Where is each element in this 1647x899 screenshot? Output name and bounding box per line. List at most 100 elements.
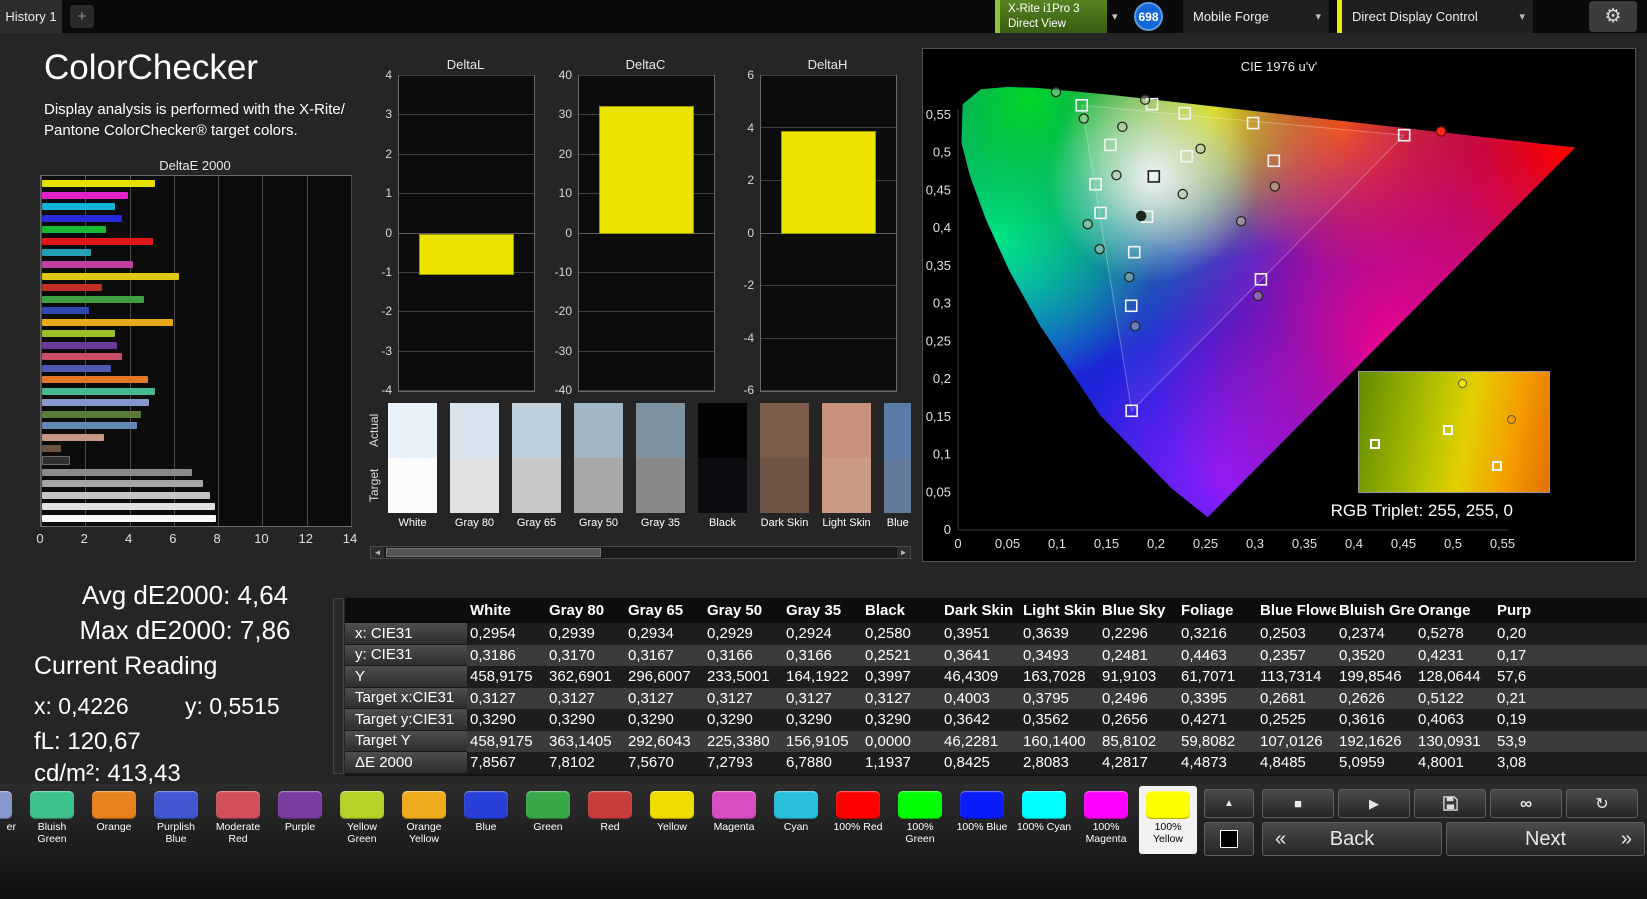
table-cell: 292,6043 [628, 732, 691, 750]
tab-history-1[interactable]: History 1 [0, 0, 62, 33]
play-button[interactable]: ▶ [1338, 789, 1410, 818]
table-scrollbar[interactable] [333, 598, 344, 774]
patch-color-chip [278, 791, 322, 819]
patch-100-magenta[interactable]: 100% Magenta [1077, 786, 1135, 854]
patch-moderate-red[interactable]: Moderate Red [209, 786, 267, 854]
patch-color-chip [1022, 791, 1066, 819]
cie-measured-marker [1050, 86, 1062, 98]
cie-y-tick-label: 0,5 [933, 145, 951, 160]
collapse-up-button[interactable]: ▲ [1204, 789, 1254, 818]
axis-tick-label: -2 [743, 278, 754, 292]
patch-100-yellow[interactable]: 100% Yellow [1139, 786, 1197, 854]
link-button[interactable]: ∞ [1490, 789, 1562, 818]
axis-tick-label: 40 [558, 68, 572, 82]
patch-label: Yellow Green [347, 821, 377, 845]
pattern-window-icon [1220, 830, 1238, 848]
refresh-button[interactable]: ↻ [1566, 789, 1638, 818]
cie-x-tick-label: 0,45 [1391, 536, 1416, 551]
deltae-chart-title: DeltaE 2000 [159, 158, 231, 173]
deltae-x-tick-label: 10 [254, 531, 269, 546]
table-cell: 0,2924 [786, 625, 832, 643]
swatch-scrollbar[interactable]: ◄ ► [370, 546, 911, 559]
table-cell: 0,3795 [1023, 689, 1069, 707]
patch-100-green[interactable]: 100% Green [891, 786, 949, 854]
chevron-down-icon[interactable]: ▾ [1112, 10, 1118, 23]
display-control-dropdown[interactable]: Direct Display Control ▾ [1337, 0, 1533, 33]
deltae-bar-row [41, 236, 351, 248]
table-cell: 160,1400 [1023, 732, 1086, 750]
scroll-left-arrow[interactable]: ◄ [371, 547, 384, 558]
subtitle-line-2: Pantone ColorChecker® target colors. [44, 122, 298, 139]
column-header-black: Black [865, 602, 906, 619]
table-cell: 0,3290 [786, 711, 832, 729]
axis-tick-label: 2 [385, 146, 392, 161]
reading-y: y: 0,5515 [185, 693, 280, 719]
table-cell: 0,3127 [628, 689, 674, 707]
cie-y-tick-label: 0,1 [933, 447, 951, 462]
patch-er[interactable]: er [0, 786, 19, 854]
table-cell: 0,4463 [1181, 646, 1227, 664]
patch-label: Cyan [783, 821, 809, 833]
patch-orange-yellow[interactable]: Orange Yellow [395, 786, 453, 854]
table-cell: 46,4309 [944, 668, 999, 686]
next-button[interactable]: Next » [1446, 822, 1645, 856]
stop-button[interactable]: ■ [1262, 789, 1334, 818]
scroll-right-arrow[interactable]: ► [897, 547, 910, 558]
settings-gear-button[interactable]: ⚙ [1589, 1, 1637, 32]
scroll-thumb[interactable] [386, 548, 601, 557]
swatch-gray-80: Gray 80 [450, 403, 499, 538]
column-header-gray-35: Gray 35 [786, 602, 842, 619]
deltae-bar-row [41, 374, 351, 386]
cie-x-tick-label: 0,5 [1444, 536, 1462, 551]
cie-measured-marker [1094, 243, 1105, 255]
patch-orange[interactable]: Orange [85, 786, 143, 854]
swatch-label: Gray 65 [516, 517, 557, 529]
table-cell: 0,2939 [549, 625, 595, 643]
table-cell: 0,3493 [1023, 646, 1069, 664]
source-dropdown[interactable]: Mobile Forge ▾ [1183, 0, 1329, 33]
patch-yellow-green[interactable]: Yellow Green [333, 786, 391, 854]
gridline [761, 75, 896, 76]
deltae-bar-orange [42, 376, 149, 384]
deltae-bar-row [41, 501, 351, 513]
pattern-window-button[interactable] [1204, 822, 1254, 856]
patch-magenta[interactable]: Magenta [705, 786, 763, 854]
patch-yellow[interactable]: Yellow [643, 786, 701, 854]
table-cell: 0,19 [1497, 711, 1527, 729]
table-cell: 0,2954 [470, 625, 516, 643]
results-table: White Gray 80 Gray 65 Gray 50 Gray 35 Black Da… [345, 598, 1647, 776]
cie-diagram-panel: 0,55 0,5 0,45 0,4 0,35 0,3 0,25 0,2 0,15 0,1 0,05 0… [922, 48, 1636, 562]
cie-x-tick-label: 0,35 [1292, 536, 1317, 551]
patch-cyan[interactable]: Cyan [767, 786, 825, 854]
patch-bluish-green[interactable]: Bluish Green [23, 786, 81, 854]
deltae-bar-gray-50 [42, 480, 204, 488]
patch-100-red[interactable]: 100% Red [829, 786, 887, 854]
patch-purplish-blue[interactable]: Purplish Blue [147, 786, 205, 854]
patch-label: Orange Yellow [406, 821, 442, 845]
deltae-bar-purple [42, 341, 118, 349]
patch-red[interactable]: Red [581, 786, 639, 854]
swatch-actual [884, 403, 911, 458]
deltae-bar-row [41, 224, 351, 236]
cie-x-tick-label: 0,2 [1147, 536, 1165, 551]
gridline [761, 337, 896, 339]
column-header-gray-80: Gray 80 [549, 602, 605, 619]
gridline [579, 311, 714, 313]
table-corner-cell [345, 598, 467, 623]
save-button[interactable] [1414, 789, 1486, 818]
deltae-bar-row [41, 190, 351, 202]
deltae-bar-purplish-blue [42, 364, 111, 372]
gridline [579, 271, 714, 273]
patch-green[interactable]: Green [519, 786, 577, 854]
axis-tick-label: 0 [385, 225, 392, 240]
gridline [399, 75, 534, 76]
swatch-target [450, 458, 499, 513]
inset-square-marker [1370, 439, 1381, 450]
patch-purple[interactable]: Purple [271, 786, 329, 854]
add-tab-button[interactable]: + [70, 5, 94, 28]
meter-dropdown[interactable]: X-Rite i1Pro 3 Direct View [995, 0, 1107, 33]
patch-blue[interactable]: Blue [457, 786, 515, 854]
patch-100-cyan[interactable]: 100% Cyan [1015, 786, 1073, 854]
patch-100-blue[interactable]: 100% Blue [953, 786, 1011, 854]
back-button[interactable]: « Back [1262, 822, 1442, 856]
